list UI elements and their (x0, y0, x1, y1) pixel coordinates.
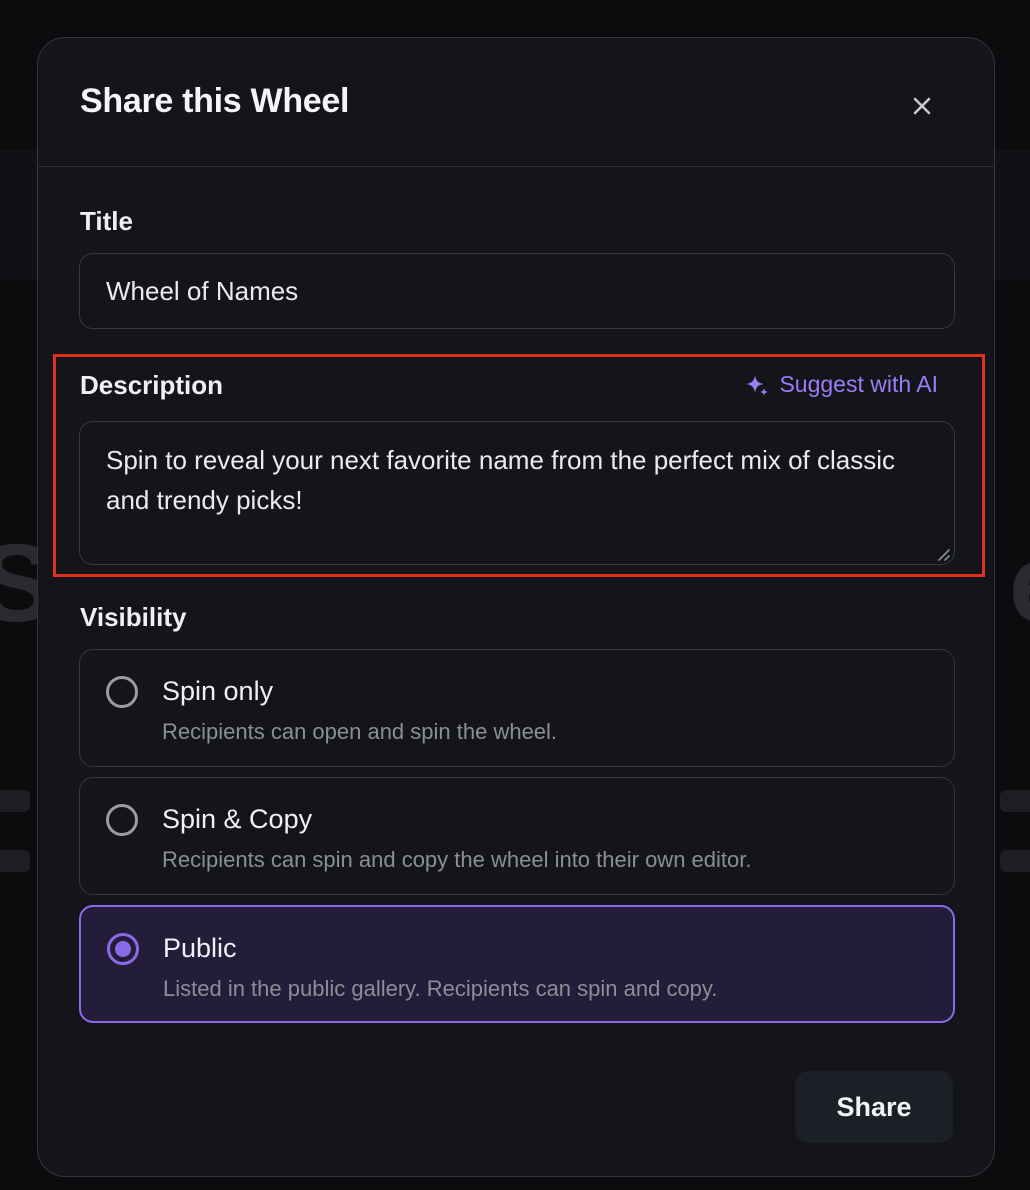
background-glyph-right: e (1009, 520, 1030, 647)
share-wheel-dialog: Share this Wheel Title Description Sugge… (37, 37, 995, 1177)
visibility-option-spin-copy[interactable]: Spin & Copy Recipients can spin and copy… (79, 777, 955, 895)
option-title-spin-only: Spin only (162, 676, 274, 706)
close-icon (913, 97, 931, 115)
option-description-spin-copy: Recipients can spin and copy the wheel i… (162, 847, 752, 872)
title-label: Title (80, 206, 133, 236)
background-text-line (1000, 850, 1030, 872)
option-title-public: Public (163, 933, 237, 963)
radio-spin-only[interactable] (106, 676, 138, 708)
visibility-label: Visibility (80, 602, 187, 632)
description-label: Description (80, 370, 224, 400)
share-button[interactable]: Share (795, 1071, 953, 1143)
radio-spin-copy[interactable] (106, 804, 138, 836)
suggest-with-ai-label: Suggest with AI (779, 371, 938, 397)
dialog-title: Share this Wheel (80, 82, 350, 120)
option-description-public: Listed in the public gallery. Recipients… (163, 976, 718, 1001)
option-description-spin-only: Recipients can open and spin the wheel. (162, 719, 558, 744)
background-text-line (0, 850, 30, 872)
title-input[interactable] (79, 253, 955, 329)
background-text-line (0, 790, 30, 812)
close-button[interactable] (904, 88, 940, 124)
radio-public[interactable] (107, 933, 139, 965)
visibility-option-spin-only[interactable]: Spin only Recipients can open and spin t… (79, 649, 955, 767)
suggest-with-ai-button[interactable]: Suggest with AI (745, 371, 938, 398)
option-title-spin-copy: Spin & Copy (162, 804, 313, 834)
visibility-option-public[interactable]: Public Listed in the public gallery. Rec… (79, 905, 955, 1023)
sparkle-icon (746, 374, 769, 396)
background-text-line (1000, 790, 1030, 812)
dialog-header: Share this Wheel (38, 38, 994, 167)
resize-handle-icon[interactable] (935, 546, 951, 562)
description-textarea[interactable]: Spin to reveal your next favorite name f… (79, 421, 955, 565)
